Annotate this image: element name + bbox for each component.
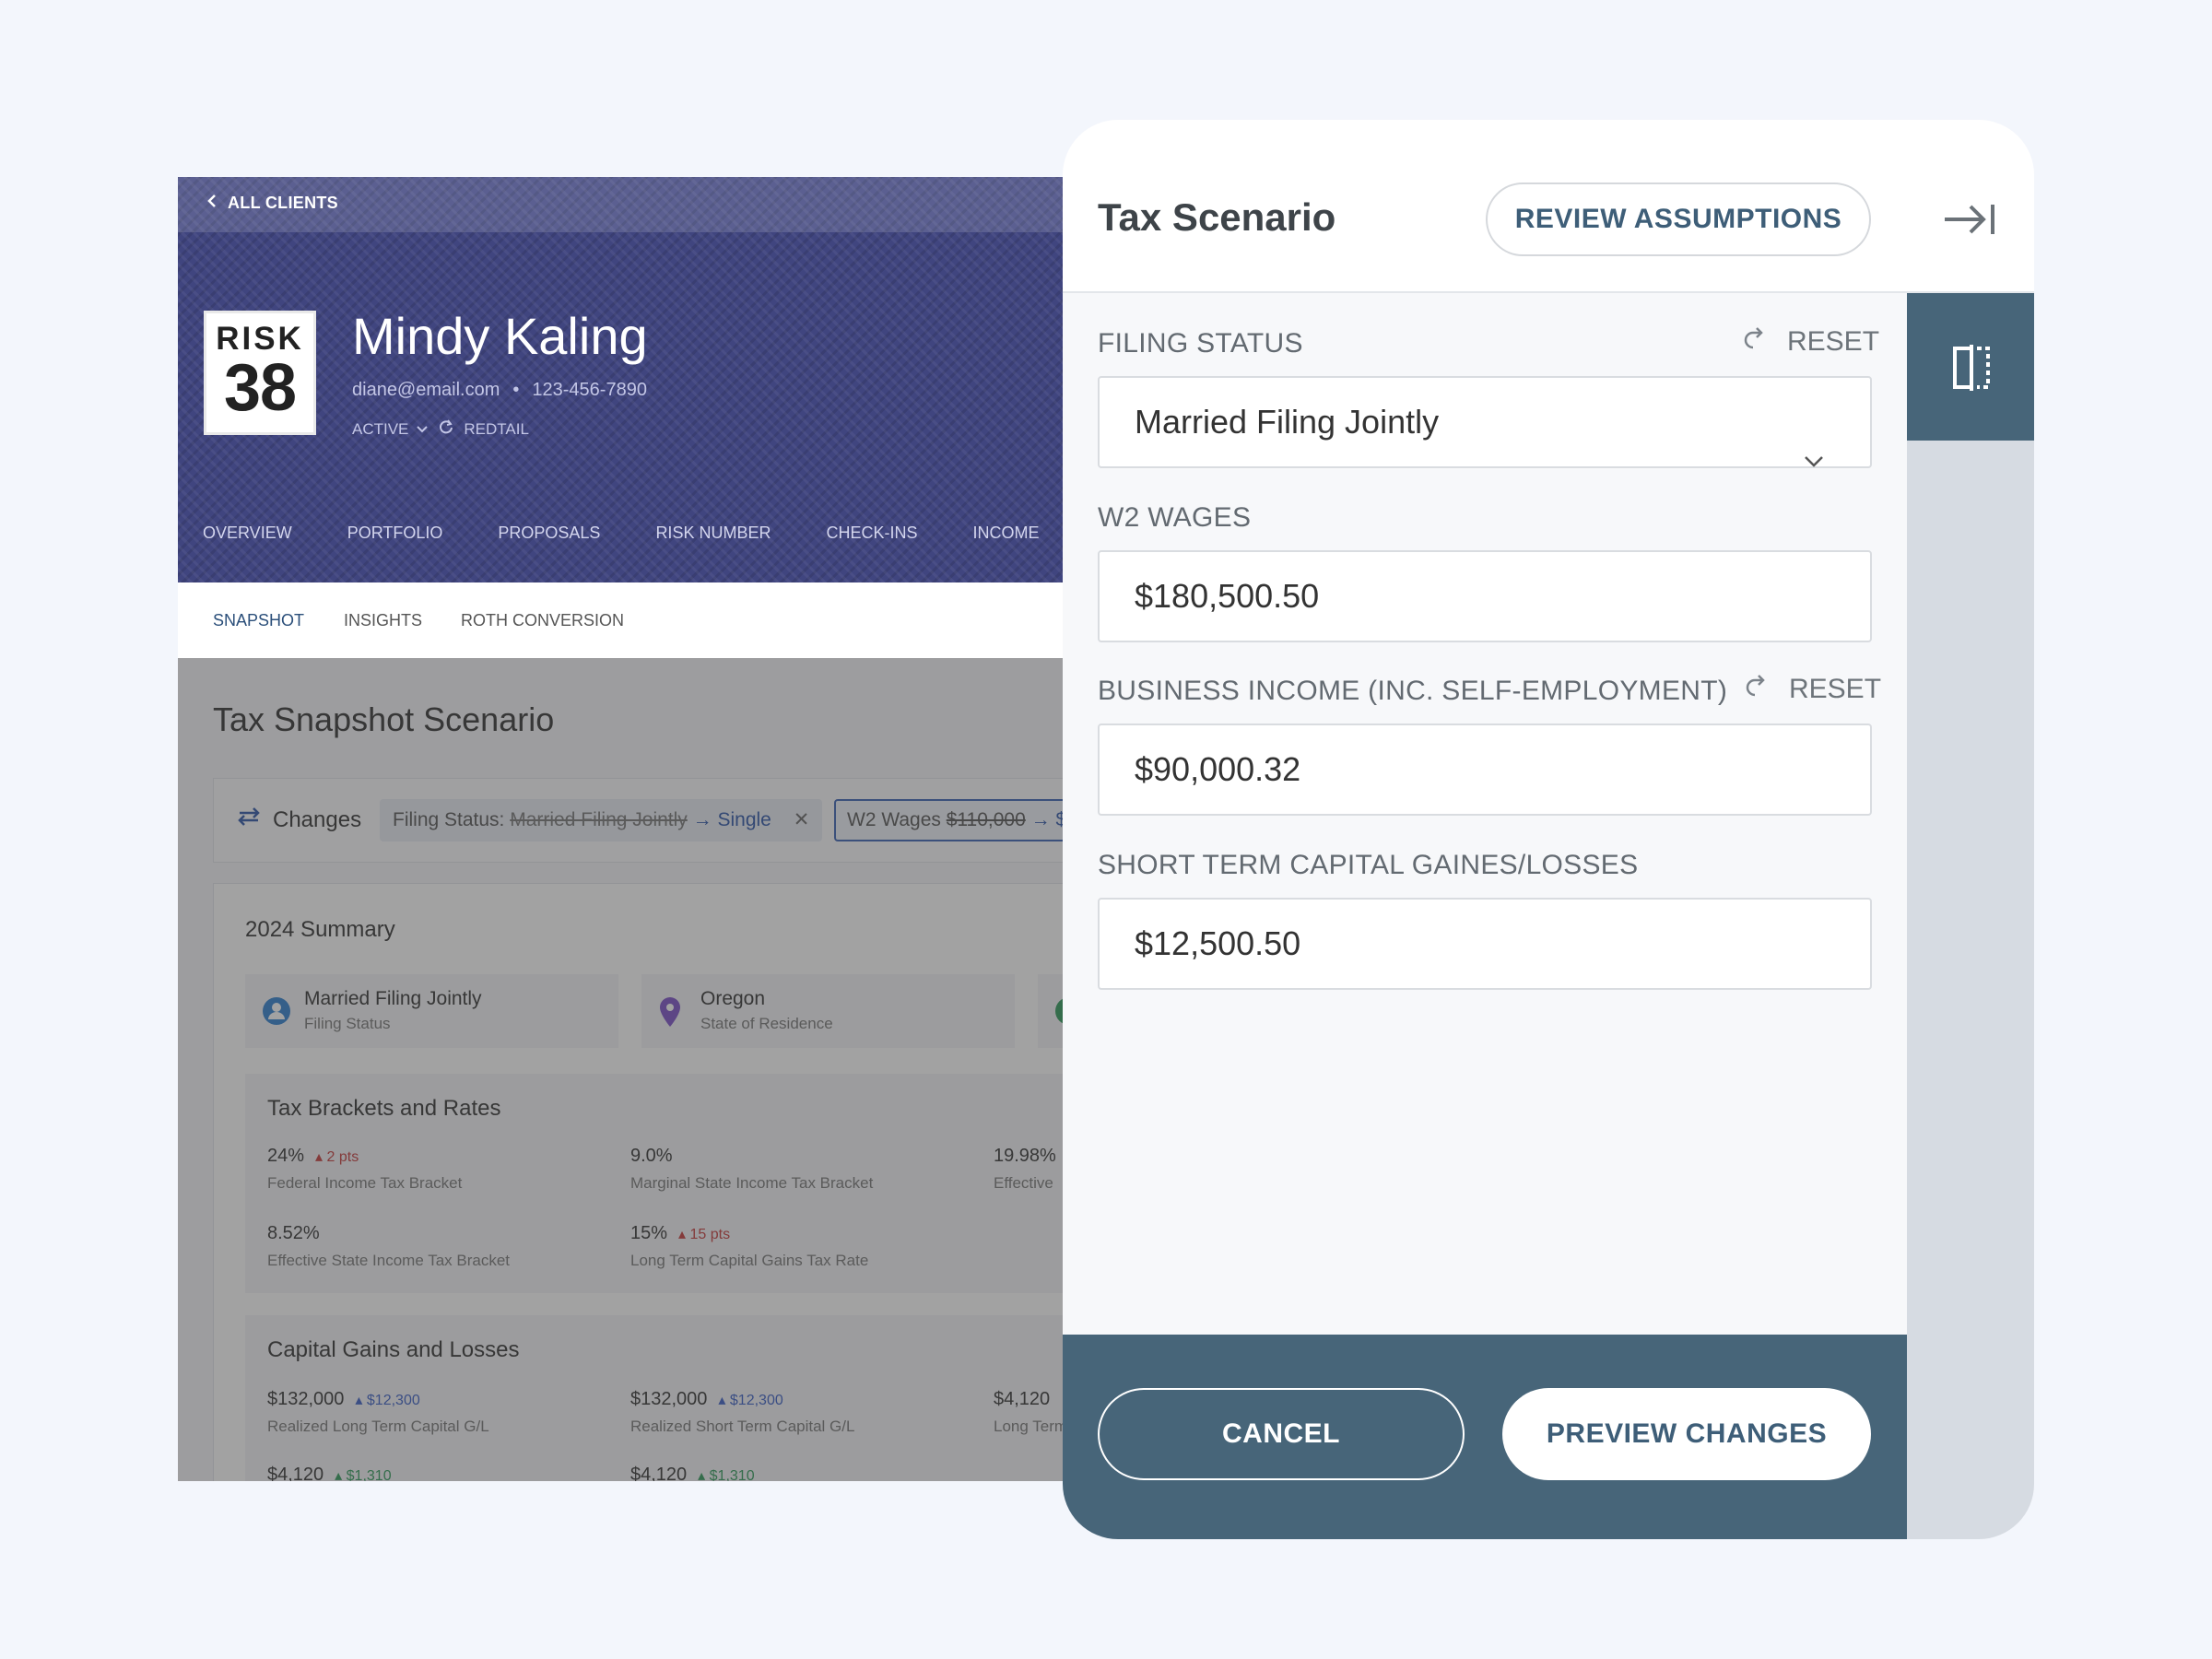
- split-view-icon: [1949, 343, 1994, 397]
- cancel-button[interactable]: CANCEL: [1098, 1388, 1465, 1480]
- status-value: ACTIVE: [352, 419, 409, 438]
- w2-wages-input[interactable]: $180,500.50: [1098, 550, 1872, 642]
- client-name: Mindy Kaling: [352, 307, 648, 365]
- short-term-gains-label: SHORT TERM CAPITAL GAINES/LOSSES: [1098, 850, 1639, 880]
- client-status-row: ACTIVE REDTAIL: [352, 418, 529, 440]
- filing-status-label: FILING STATUS: [1098, 328, 1303, 359]
- client-header: ALL CLIENTS RISK 38 Mindy Kaling diane@e…: [178, 177, 1100, 582]
- status-dropdown[interactable]: ACTIVE: [352, 420, 429, 439]
- reset-icon: [1745, 674, 1772, 705]
- reset-icon: [1743, 326, 1771, 358]
- panel-footer: CANCEL PREVIEW CHANGES: [1063, 1335, 1907, 1539]
- short-term-gains-input[interactable]: $12,500.50: [1098, 898, 1872, 990]
- risk-number-value: 38: [223, 351, 297, 425]
- all-clients-label: ALL CLIENTS: [228, 194, 338, 212]
- modal-overlay[interactable]: [178, 658, 1100, 1481]
- risk-number-badge[interactable]: RISK 38: [204, 311, 316, 435]
- compare-view-tab[interactable]: [1907, 293, 2034, 441]
- preview-changes-button[interactable]: PREVIEW CHANGES: [1502, 1388, 1871, 1480]
- nav-income[interactable]: INCOME: [972, 524, 1039, 543]
- contact-separator: •: [512, 380, 520, 400]
- reset-label: RESET: [1789, 674, 1882, 704]
- nav-proposals[interactable]: PROPOSALS: [498, 524, 600, 543]
- reset-label: RESET: [1787, 326, 1880, 357]
- business-income-reset[interactable]: RESET: [1745, 674, 1881, 705]
- business-income-input[interactable]: $90,000.32: [1098, 724, 1872, 816]
- w2-wages-label: W2 WAGES: [1098, 502, 1252, 533]
- chevron-down-icon: [1804, 413, 1824, 501]
- all-clients-link[interactable]: ALL CLIENTS: [207, 194, 338, 213]
- tab-roth-conversion[interactable]: ROTH CONVERSION: [461, 582, 624, 658]
- tax-scenario-panel: Tax Scenario REVIEW ASSUMPTIONS FILING S…: [1063, 120, 2034, 1539]
- back-bar: ALL CLIENTS: [178, 177, 1100, 232]
- client-contact: diane@email.com • 123-456-7890: [352, 380, 647, 401]
- client-nav: OVERVIEW PORTFOLIO PROPOSALS RISK NUMBER…: [203, 524, 1100, 543]
- filing-status-value: Married Filing Jointly: [1135, 403, 1440, 441]
- chevron-left-icon: [207, 194, 217, 213]
- panel-title: Tax Scenario: [1098, 195, 1336, 239]
- crm-label[interactable]: REDTAIL: [464, 420, 529, 439]
- business-income-value: $90,000.32: [1135, 750, 1301, 788]
- nav-risk-number[interactable]: RISK NUMBER: [655, 524, 771, 543]
- sub-tabs: SNAPSHOT INSIGHTS ROTH CONVERSION: [178, 582, 1100, 658]
- nav-overview[interactable]: OVERVIEW: [203, 524, 292, 543]
- filing-status-select[interactable]: Married Filing Jointly: [1098, 376, 1872, 468]
- tab-snapshot[interactable]: SNAPSHOT: [213, 582, 304, 658]
- client-email[interactable]: diane@email.com: [352, 380, 500, 401]
- filing-status-reset[interactable]: RESET: [1743, 326, 1879, 358]
- w2-wages-value: $180,500.50: [1135, 577, 1320, 615]
- sync-icon: [438, 418, 454, 440]
- side-rail: [1907, 293, 2034, 1539]
- short-term-gains-value: $12,500.50: [1135, 924, 1301, 962]
- chevron-down-icon: [416, 420, 429, 439]
- panel-header: Tax Scenario REVIEW ASSUMPTIONS: [1063, 120, 2034, 293]
- business-income-label: BUSINESS INCOME (INC. SELF-EMPLOYMENT): [1098, 676, 1728, 706]
- review-assumptions-button[interactable]: REVIEW ASSUMPTIONS: [1486, 182, 1871, 256]
- tab-insights[interactable]: INSIGHTS: [344, 582, 422, 658]
- client-phone[interactable]: 123-456-7890: [532, 380, 647, 401]
- nav-check-ins[interactable]: CHECK-INS: [826, 524, 917, 543]
- nav-portfolio[interactable]: PORTFOLIO: [347, 524, 443, 543]
- client-app-window: ALL CLIENTS RISK 38 Mindy Kaling diane@e…: [178, 177, 1100, 1481]
- collapse-panel-icon[interactable]: [1943, 201, 1996, 242]
